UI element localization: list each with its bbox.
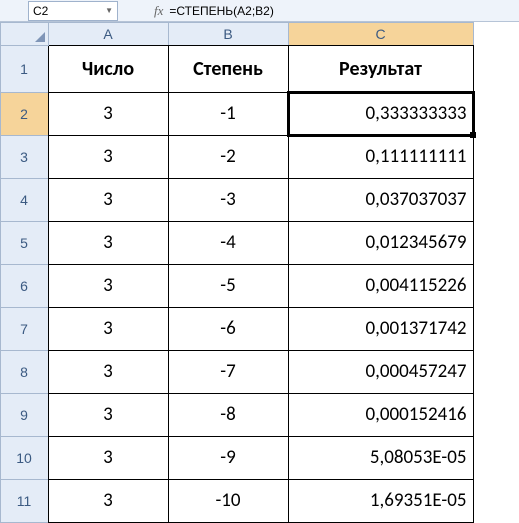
row-header-5[interactable]: 5	[0, 221, 49, 265]
cell-B3[interactable]: -2	[168, 135, 289, 179]
select-all-corner[interactable]	[0, 22, 49, 46]
cell-C6[interactable]: 0,004115226	[288, 264, 474, 308]
row-header-8[interactable]: 8	[0, 350, 49, 394]
row-header-4[interactable]: 4	[0, 178, 49, 222]
cell-A2[interactable]: 3	[48, 92, 169, 136]
header-cell-B[interactable]: Степень	[168, 45, 289, 93]
cell-C3[interactable]: 0,111111111	[288, 135, 474, 179]
col-header-C[interactable]: C	[288, 22, 474, 46]
cell-C11[interactable]: 1,69351E-05	[288, 479, 474, 523]
formula-bar-row: C2 ▼ fx =СТЕПЕНЬ(A2;B2)	[0, 0, 519, 22]
col-header-B[interactable]: B	[168, 22, 289, 46]
cell-B5[interactable]: -4	[168, 221, 289, 265]
cell-A9[interactable]: 3	[48, 393, 169, 437]
header-cell-A[interactable]: Число	[48, 45, 169, 93]
cell-B10[interactable]: -9	[168, 436, 289, 480]
row-header-1[interactable]: 1	[0, 45, 49, 93]
row-header-6[interactable]: 6	[0, 264, 49, 308]
cell-C5[interactable]: 0,012345679	[288, 221, 474, 265]
cell-B4[interactable]: -3	[168, 178, 289, 222]
fx-icon[interactable]: fx	[154, 3, 163, 19]
cell-A5[interactable]: 3	[48, 221, 169, 265]
row-header-3[interactable]: 3	[0, 135, 49, 179]
cell-A11[interactable]: 3	[48, 479, 169, 523]
row-header-10[interactable]: 10	[0, 436, 49, 480]
cell-A7[interactable]: 3	[48, 307, 169, 351]
cell-A8[interactable]: 3	[48, 350, 169, 394]
cell-B2[interactable]: -1	[168, 92, 289, 136]
cell-C9[interactable]: 0,000152416	[288, 393, 474, 437]
cell-A3[interactable]: 3	[48, 135, 169, 179]
row-header-2[interactable]: 2	[0, 92, 49, 136]
cell-B7[interactable]: -6	[168, 307, 289, 351]
name-box[interactable]: C2 ▼	[28, 1, 118, 21]
cell-C7[interactable]: 0,001371742	[288, 307, 474, 351]
cell-A10[interactable]: 3	[48, 436, 169, 480]
formula-bar-input[interactable]: =СТЕПЕНЬ(A2;B2)	[169, 4, 273, 18]
cell-C2[interactable]: 0,333333333	[288, 92, 474, 136]
row-header-9[interactable]: 9	[0, 393, 49, 437]
cell-A6[interactable]: 3	[48, 264, 169, 308]
name-box-value: C2	[33, 4, 48, 18]
row-header-11[interactable]: 11	[0, 479, 49, 523]
header-cell-C[interactable]: Результат	[288, 45, 474, 93]
spreadsheet-grid[interactable]: ABC1ЧислоСтепеньРезультат23-10,333333333…	[0, 22, 519, 522]
col-header-A[interactable]: A	[48, 22, 169, 46]
cell-A4[interactable]: 3	[48, 178, 169, 222]
chevron-down-icon[interactable]: ▼	[105, 6, 113, 15]
cell-B6[interactable]: -5	[168, 264, 289, 308]
cell-B11[interactable]: -10	[168, 479, 289, 523]
cell-C10[interactable]: 5,08053E-05	[288, 436, 474, 480]
cell-B8[interactable]: -7	[168, 350, 289, 394]
cell-B9[interactable]: -8	[168, 393, 289, 437]
row-header-7[interactable]: 7	[0, 307, 49, 351]
cell-C4[interactable]: 0,037037037	[288, 178, 474, 222]
cell-C8[interactable]: 0,000457247	[288, 350, 474, 394]
